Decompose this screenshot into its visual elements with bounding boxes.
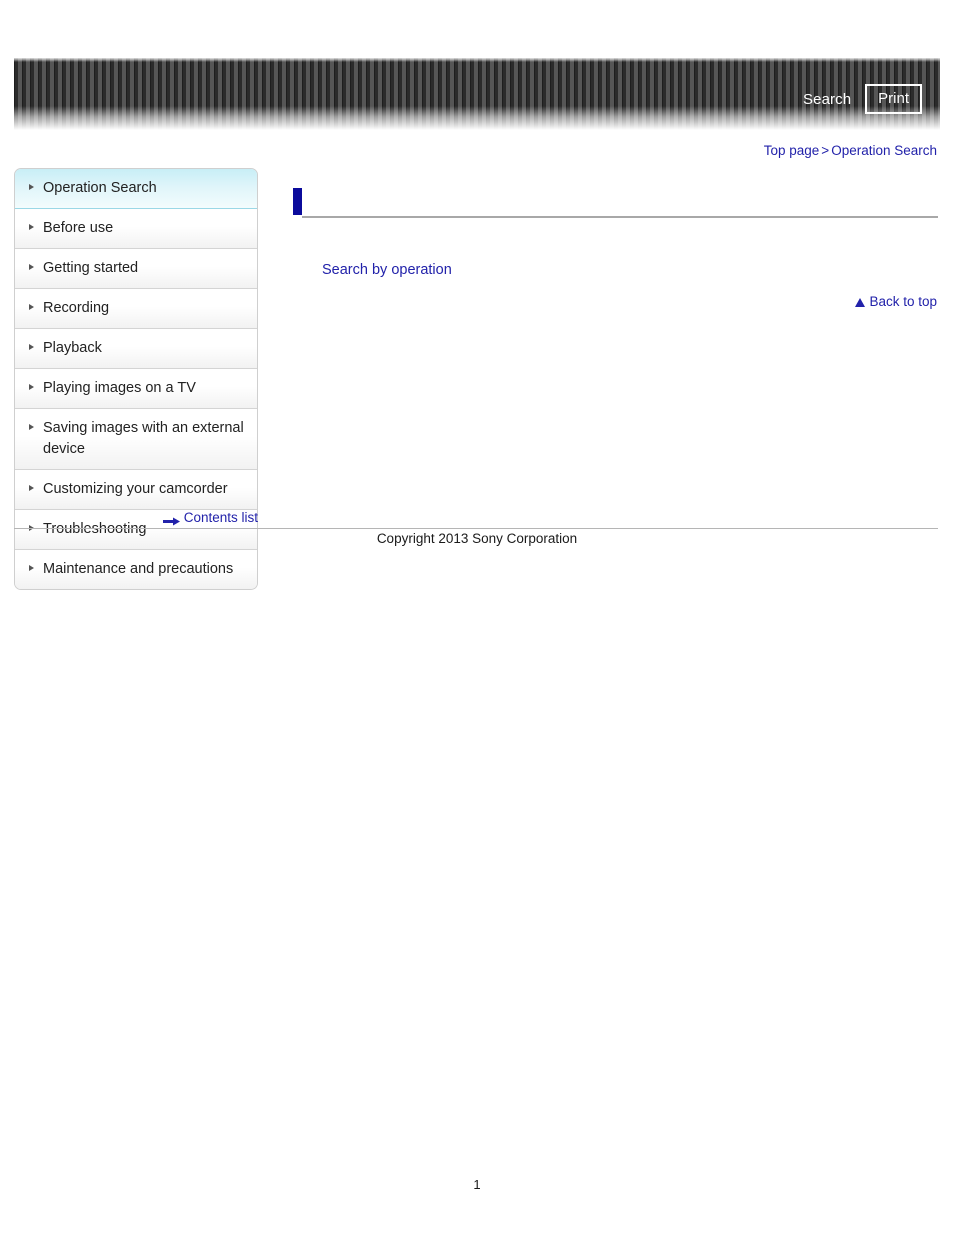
triangle-up-icon [855,298,866,307]
sidebar-item-label: Recording [43,300,110,317]
contents-list-label: Contents list [183,510,258,525]
contents-list-link[interactable]: Contents list [162,510,258,526]
triangle-bullet-icon [29,304,34,311]
sidebar-item-label: Getting started [43,260,139,277]
breadcrumb-separator: > [821,143,830,158]
contents-list-row: Contents list [14,510,258,528]
sidebar-item-maintenance-and-precautions[interactable]: Maintenance and precautions [15,550,257,590]
sidebar-item-label: Playing images on a TV [43,380,196,397]
sidebar-item-playing-images-on-a-tv[interactable]: Playing images on a TV [15,369,257,410]
sidebar-item-label: Saving images with an external device [43,420,244,458]
header-banner: Search Print [14,58,940,130]
triangle-bullet-icon [29,384,34,391]
sidebar-item-operation-search[interactable]: Operation Search [15,169,257,210]
sidebar-item-before-use[interactable]: Before use [15,209,257,250]
triangle-bullet-icon [29,344,34,351]
sidebar-item-label: Customizing your camcorder [43,481,228,498]
sidebar-item-label: Maintenance and precautions [43,561,234,578]
sidebar-item-customizing-your-camcorder[interactable]: Customizing your camcorder [15,470,257,511]
sidebar-item-getting-started[interactable]: Getting started [15,249,257,290]
header-bottom-fade [14,106,940,130]
sidebar-item-saving-images-external-device[interactable]: Saving images with an external device [15,409,257,471]
triangle-bullet-icon [29,565,34,572]
page-number: 1 [473,1177,481,1192]
sidebar-item-recording[interactable]: Recording [15,289,257,330]
breadcrumb-current[interactable]: Operation Search [831,143,937,158]
heading-divider [302,216,938,218]
header-actions: Search Print [803,84,922,114]
print-button[interactable]: Print [865,84,922,114]
breadcrumb-top-page[interactable]: Top page [764,143,820,158]
triangle-bullet-icon [29,264,34,271]
sidebar-item-label: Operation Search [43,180,157,196]
triangle-bullet-icon [29,485,34,492]
section-heading [292,186,938,218]
back-to-top-label: Back to top [869,294,937,309]
sidebar-item-label: Before use [43,220,114,237]
back-to-top-link[interactable]: Back to top [855,294,937,309]
arrow-right-icon [162,514,180,526]
triangle-bullet-icon [29,184,34,190]
header-top-fade [14,58,940,62]
heading-marker-icon [293,188,302,215]
back-to-top-row: Back to top [292,293,938,311]
main-content: Search by operation Back to top [292,186,938,311]
sidebar-item-playback[interactable]: Playback [15,329,257,370]
triangle-bullet-icon [29,424,34,431]
search-by-operation-link[interactable]: Search by operation [322,262,452,278]
breadcrumb: Top page > Operation Search [764,143,937,158]
copyright-text: Copyright 2013 Sony Corporation [376,531,578,546]
sidebar-item-label: Playback [43,340,102,357]
footer-divider [14,528,938,529]
search-button[interactable]: Search [803,92,851,107]
triangle-bullet-icon [29,224,34,231]
